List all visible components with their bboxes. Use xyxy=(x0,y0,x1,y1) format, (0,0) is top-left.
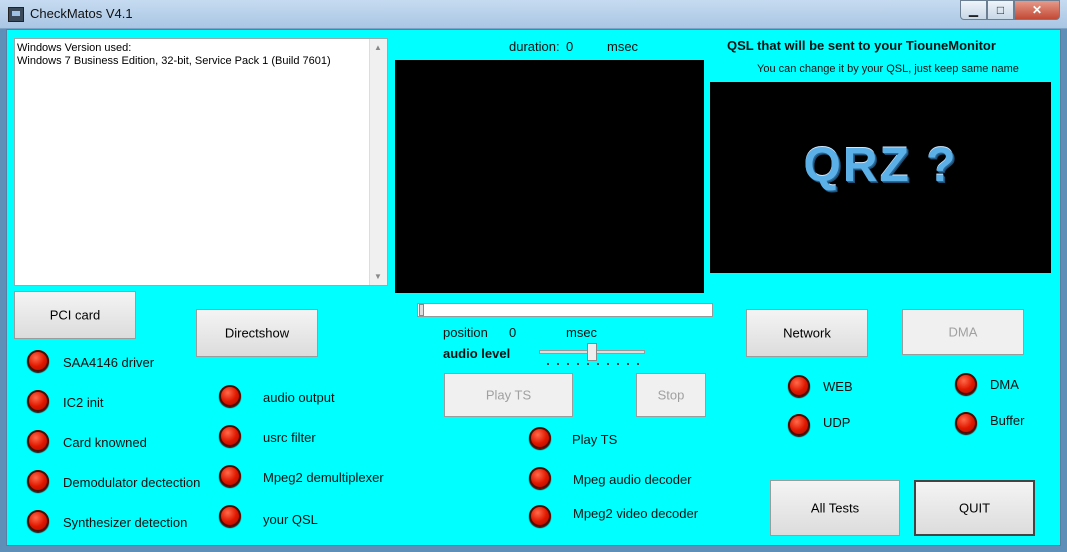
indicator-label: WEB xyxy=(823,379,853,394)
directshow-button[interactable]: Directshow xyxy=(196,309,318,357)
led-card-knowned xyxy=(27,430,49,452)
led-ic2-init xyxy=(27,390,49,412)
close-button[interactable]: ✕ xyxy=(1014,0,1060,20)
title-bar[interactable] xyxy=(0,0,1067,29)
indicator-label: Synthesizer detection xyxy=(63,515,188,530)
indicator-label: Mpeg2 video decoder xyxy=(573,506,699,521)
window-title: CheckMatos V4.1 xyxy=(30,6,133,21)
duration-unit: msec xyxy=(607,39,639,54)
maximize-button[interactable]: □ xyxy=(987,0,1014,20)
led-your-qsl xyxy=(219,505,241,527)
led-mpeg2-video-decoder xyxy=(529,505,551,527)
led-mpeg-audio-decoder xyxy=(529,467,551,489)
duration-value: 0 xyxy=(566,39,574,54)
indicator-label: Buffer xyxy=(990,413,1025,428)
audio-level-thumb[interactable] xyxy=(587,343,597,361)
qsl-image: QRZ ? xyxy=(710,82,1051,273)
led-audio-output xyxy=(219,385,241,407)
position-unit: msec xyxy=(566,325,598,340)
led-mpeg2-demultiplexer xyxy=(219,465,241,487)
led-demodulator-detection xyxy=(27,470,49,492)
position-slider[interactable] xyxy=(417,303,713,317)
indicator-label: Demodulator dectection xyxy=(63,475,201,490)
scroll-down-icon[interactable]: ▼ xyxy=(374,272,382,281)
log-scrollbar[interactable]: ▲ ▼ xyxy=(369,39,387,285)
qsl-hint: You can change it by your QSL, just keep… xyxy=(757,63,1019,75)
all-tests-button[interactable]: All Tests xyxy=(770,480,900,536)
duration-label: duration: xyxy=(509,39,560,54)
audio-level-label: audio level xyxy=(443,346,511,361)
video-preview xyxy=(395,60,704,293)
indicator-label: Card knowned xyxy=(63,435,147,450)
qsl-heading: QSL that will be sent to your TiouneMoni… xyxy=(727,38,996,53)
audio-level-ticks xyxy=(543,360,643,368)
stop-button[interactable]: Stop xyxy=(636,373,706,417)
app-icon xyxy=(8,7,24,22)
scroll-up-icon[interactable]: ▲ xyxy=(374,43,382,52)
led-buffer xyxy=(955,412,977,434)
led-synthesizer-detection xyxy=(27,510,49,532)
led-web xyxy=(788,375,810,397)
indicator-label: Play TS xyxy=(572,432,618,447)
position-value: 0 xyxy=(509,325,517,340)
position-slider-thumb[interactable] xyxy=(419,304,424,316)
qsl-image-text: QRZ ? xyxy=(803,139,958,192)
indicator-label: Mpeg audio decoder xyxy=(573,472,692,487)
dma-button[interactable]: DMA xyxy=(902,309,1024,355)
log-text: Windows Version used: Windows 7 Business… xyxy=(17,42,331,67)
indicator-label: SAA4146 driver xyxy=(63,355,155,370)
led-saa4146-driver xyxy=(27,350,49,372)
network-button[interactable]: Network xyxy=(746,309,868,357)
minimize-button[interactable]: ▁ xyxy=(960,0,987,20)
windows-version-log[interactable]: Windows Version used: Windows 7 Business… xyxy=(14,38,388,286)
pci-card-button[interactable]: PCI card xyxy=(14,291,136,339)
quit-button[interactable]: QUIT xyxy=(914,480,1035,536)
indicator-label: DMA xyxy=(990,377,1019,392)
indicator-label: Mpeg2 demultiplexer xyxy=(263,470,384,485)
play-ts-button[interactable]: Play TS xyxy=(444,373,573,417)
indicator-label: IC2 init xyxy=(63,395,104,410)
position-label: position xyxy=(443,325,488,340)
indicator-label: UDP xyxy=(823,415,851,430)
indicator-label: usrc filter xyxy=(263,430,316,445)
led-dma xyxy=(955,373,977,395)
led-usrc-filter xyxy=(219,425,241,447)
led-play-ts xyxy=(529,427,551,449)
indicator-label: your QSL xyxy=(263,512,318,527)
led-udp xyxy=(788,414,810,436)
indicator-label: audio output xyxy=(263,390,335,405)
